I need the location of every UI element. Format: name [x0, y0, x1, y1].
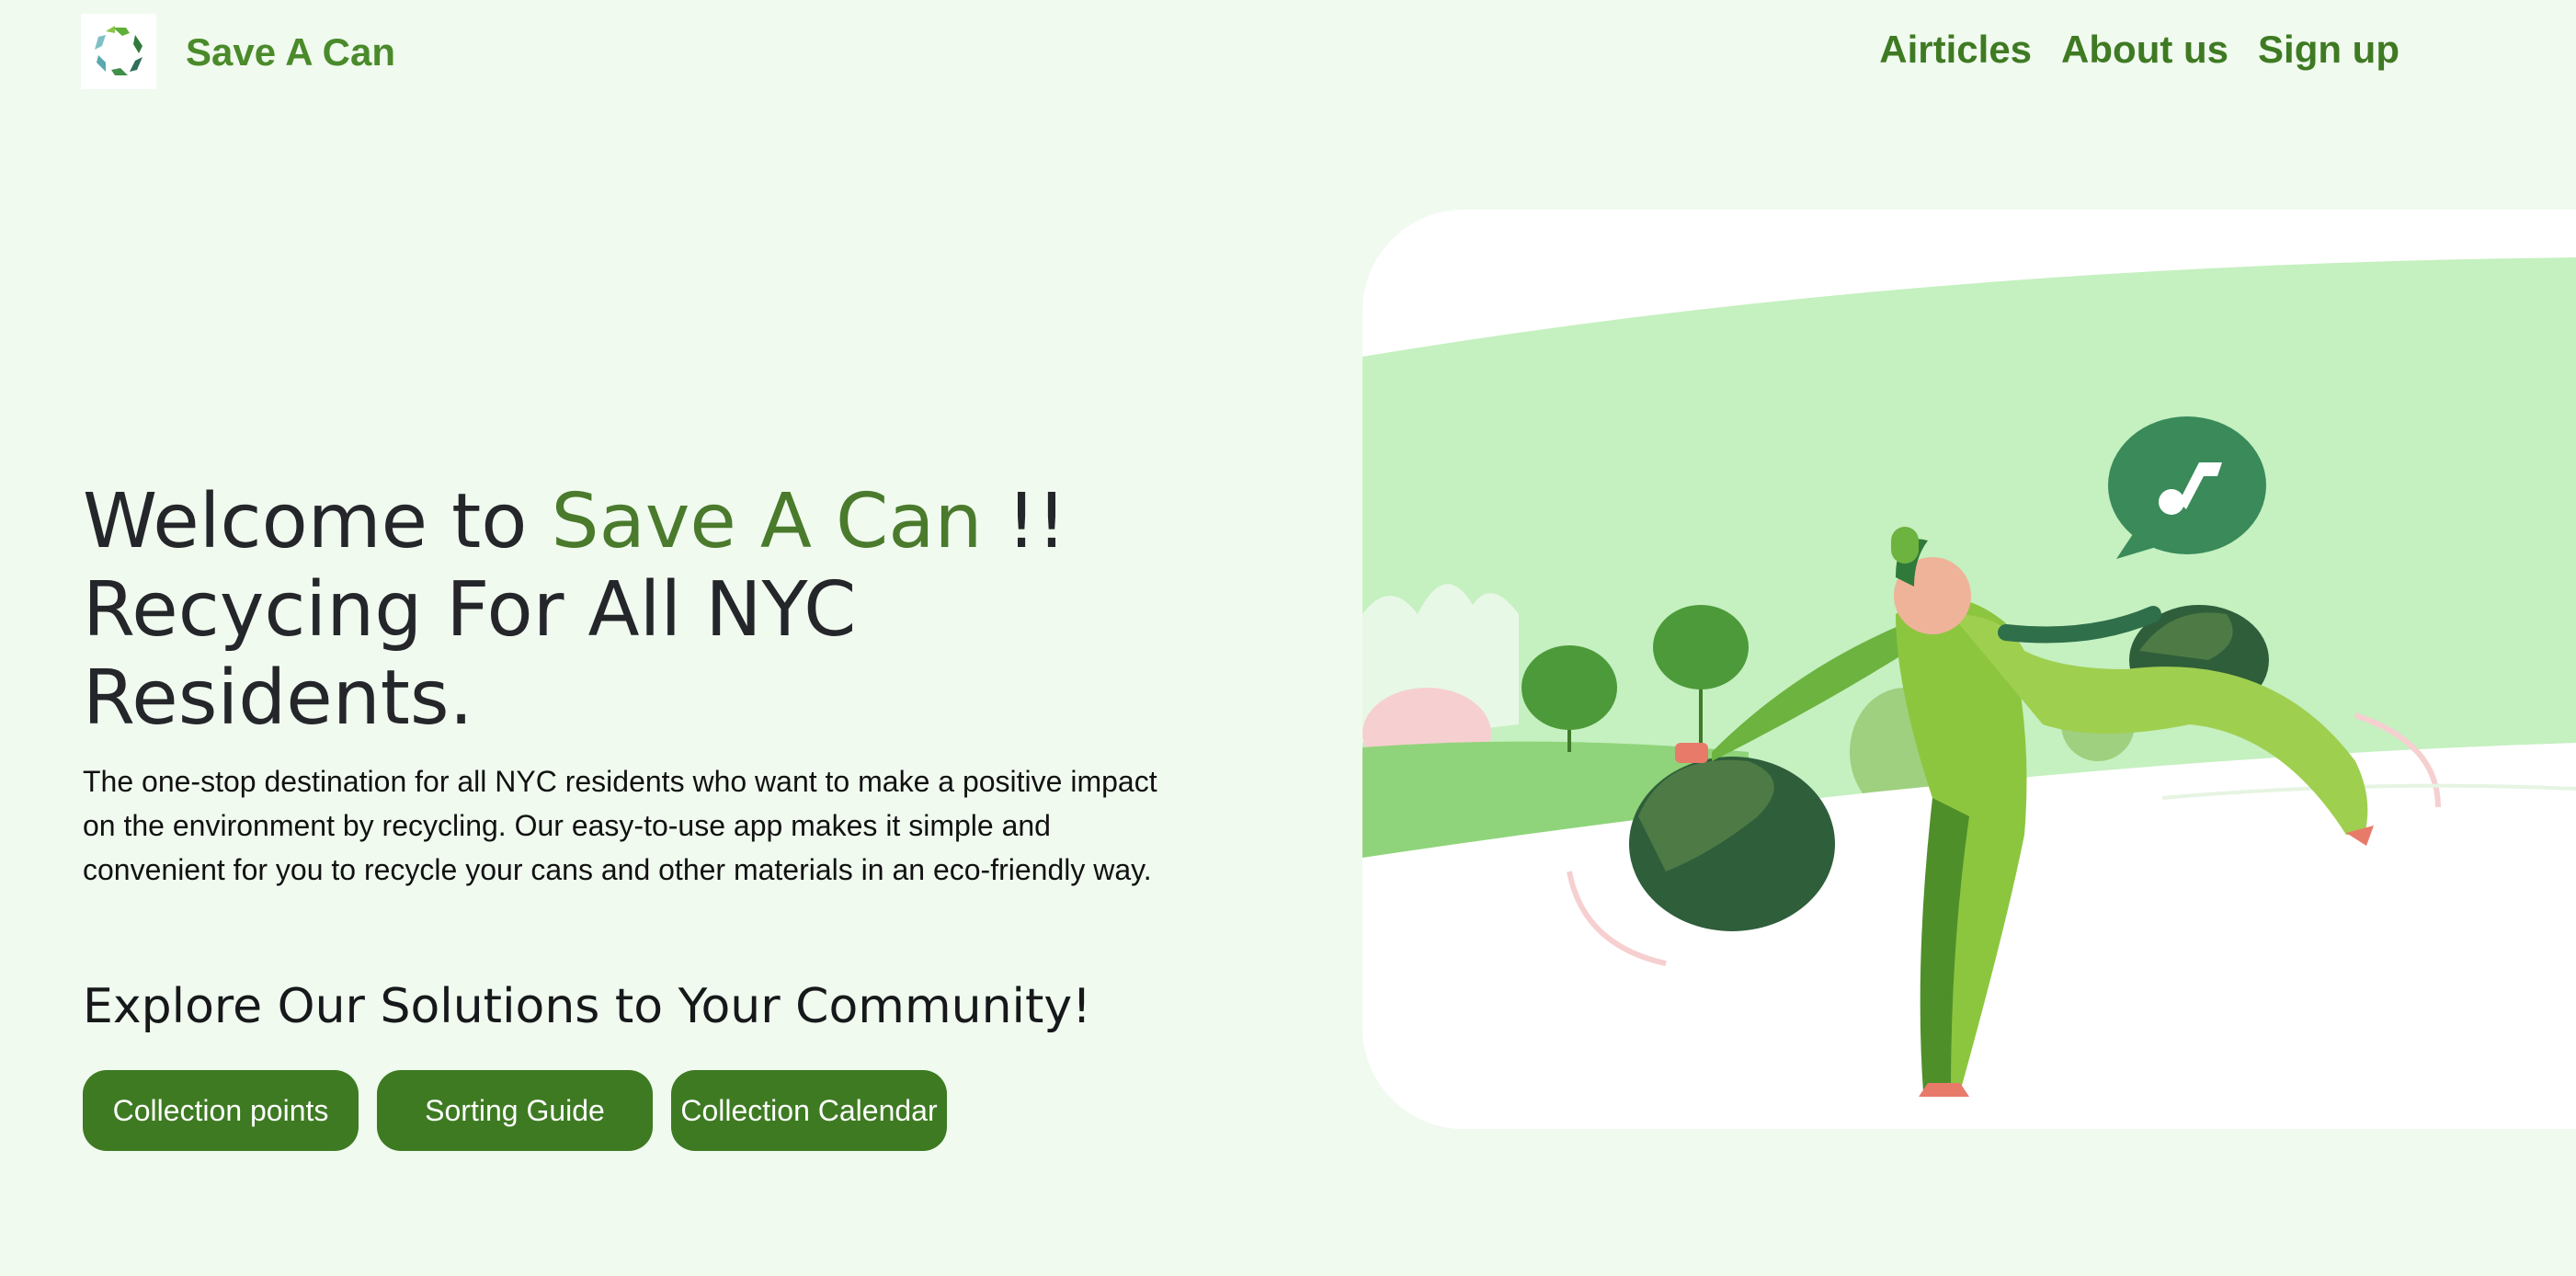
- brand-name[interactable]: Save A Can: [186, 28, 395, 77]
- solution-buttons: Collection points Sorting Guide Collecti…: [83, 1070, 947, 1151]
- collection-points-button[interactable]: Collection points: [83, 1070, 359, 1151]
- hero-title-prefix: Welcome to: [83, 478, 552, 565]
- hero-title-accent: Save A Can: [551, 478, 983, 565]
- hero-title-suffix: !!: [982, 478, 1067, 565]
- hero-title: Welcome to Save A Can !! Recycing For All…: [83, 478, 1223, 743]
- hero-description: The one-stop destination for all NYC res…: [83, 765, 1157, 886]
- nav-link-about-us[interactable]: About us: [2061, 24, 2228, 75]
- main-nav: Airticles About us Sign up: [1879, 24, 2399, 75]
- person-recycling-illustration: [1362, 210, 2576, 1129]
- collection-calendar-button[interactable]: Collection Calendar: [671, 1070, 947, 1151]
- explore-title: Explore Our Solutions to Your Community!: [83, 979, 1091, 1034]
- site-header: Save A Can Airticles About us Sign up: [0, 0, 2576, 103]
- nav-link-sign-up[interactable]: Sign up: [2258, 24, 2399, 75]
- sorting-guide-button[interactable]: Sorting Guide: [377, 1070, 653, 1151]
- hero-title-line2: Recycing For All NYC Residents.: [83, 566, 857, 742]
- recycle-logo-icon[interactable]: [81, 14, 156, 89]
- nav-link-articles[interactable]: Airticles: [1879, 24, 2032, 75]
